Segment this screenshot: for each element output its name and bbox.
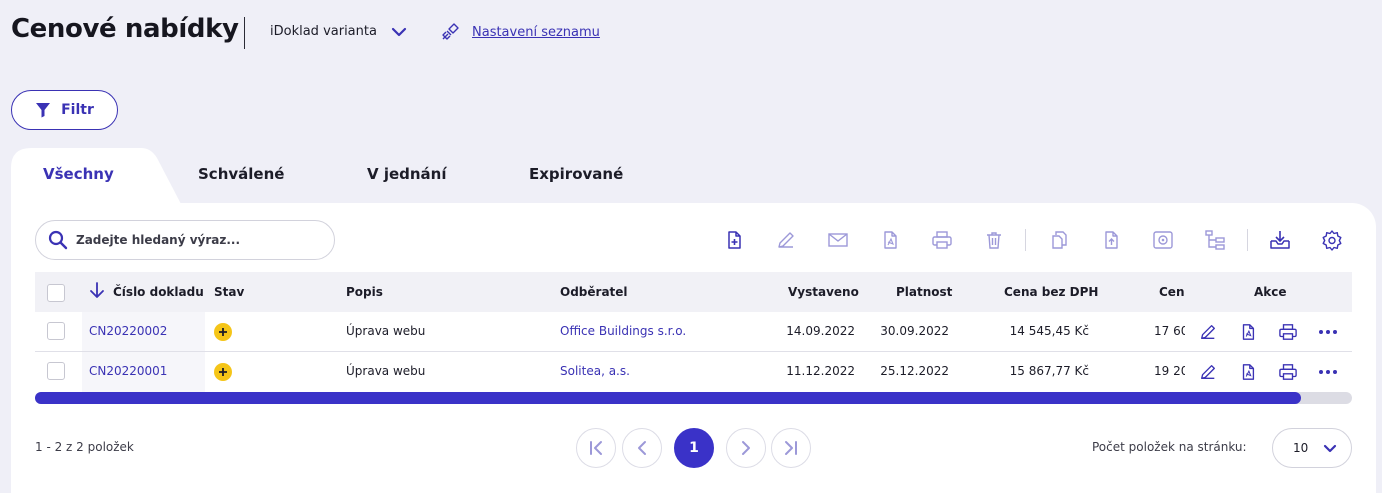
per-page-value: 10: [1293, 441, 1309, 455]
column-header-price[interactable]: Cena: [1159, 285, 1185, 299]
row-price-no-vat: 14 545,45 Kč: [1009, 324, 1089, 338]
pdf-icon[interactable]: [878, 228, 902, 252]
column-header-number[interactable]: Číslo dokladu: [113, 285, 204, 299]
list-settings-link[interactable]: Nastavení seznamu: [440, 22, 600, 42]
chevron-down-icon: [391, 27, 407, 36]
settings-icon[interactable]: [1320, 228, 1344, 252]
title-divider: [244, 17, 245, 49]
chevron-right-icon: [742, 441, 750, 455]
horizontal-scrollbar-thumb[interactable]: [35, 392, 1301, 404]
row-description: Úprava webu: [346, 324, 426, 338]
variant-dropdown[interactable]: iDoklad varianta: [270, 24, 407, 39]
email-icon[interactable]: [826, 228, 850, 252]
row-more-icon[interactable]: [1318, 362, 1338, 382]
filter-button[interactable]: Filtr: [11, 90, 118, 130]
status-plus-icon[interactable]: [214, 323, 232, 341]
chevron-down-icon: [1323, 444, 1337, 452]
row-print-icon[interactable]: [1278, 322, 1298, 342]
first-page-button[interactable]: [576, 428, 616, 468]
column-header-description[interactable]: Popis: [346, 285, 383, 299]
toolbar-divider: [1025, 229, 1026, 251]
previous-page-button[interactable]: [622, 428, 662, 468]
brush-icon: [442, 23, 459, 40]
column-header-valid-until[interactable]: Platnost: [896, 285, 952, 299]
variant-label: iDoklad varianta: [270, 24, 377, 39]
tab-all[interactable]: Všechny: [43, 165, 114, 183]
tab-expired[interactable]: Expirované: [529, 165, 623, 183]
row-customer-link[interactable]: Office Buildings s.r.o.: [560, 324, 686, 338]
last-page-icon: [785, 441, 797, 455]
column-header-price-no-vat[interactable]: Cena bez DPH: [1004, 285, 1098, 299]
row-checkbox[interactable]: [47, 322, 65, 340]
first-page-icon: [590, 441, 602, 455]
page-title: Cenové nabídky: [11, 14, 239, 44]
row-checkbox[interactable]: [47, 362, 65, 380]
download-icon[interactable]: [1268, 228, 1292, 252]
row-price: 19 20: [1154, 364, 1185, 378]
row-divider: [35, 351, 1352, 352]
row-description: Úprava webu: [346, 364, 426, 378]
row-edit-icon[interactable]: [1198, 362, 1218, 382]
row-more-icon[interactable]: [1318, 322, 1338, 342]
filter-label: Filtr: [61, 102, 94, 118]
search-placeholder: Zadejte hledaný výraz...: [76, 233, 241, 247]
row-customer-link[interactable]: Solitea, a.s.: [560, 364, 630, 378]
sort-arrow-down-icon[interactable]: [89, 281, 105, 299]
print-icon[interactable]: [930, 228, 954, 252]
chevron-left-icon: [638, 441, 646, 455]
select-all-checkbox[interactable]: [47, 284, 65, 302]
search-input[interactable]: Zadejte hledaný výraz...: [35, 220, 335, 260]
row-pdf-icon[interactable]: [1238, 322, 1258, 342]
row-issued: 11.12.2022: [786, 364, 855, 378]
toolbar-divider: [1247, 229, 1248, 251]
hierarchy-icon[interactable]: [1203, 228, 1227, 252]
delete-icon[interactable]: [982, 228, 1006, 252]
export-icon[interactable]: [1099, 228, 1123, 252]
copy-icon[interactable]: [1047, 228, 1071, 252]
row-price: 17 60: [1154, 324, 1185, 338]
row-valid-until: 30.09.2022: [880, 324, 949, 338]
row-number-link[interactable]: CN20220002: [89, 324, 167, 338]
last-page-button[interactable]: [771, 428, 811, 468]
filter-icon: [36, 103, 51, 118]
new-document-icon[interactable]: [722, 228, 746, 252]
column-header-issued[interactable]: Vystaveno: [788, 285, 859, 299]
next-page-button[interactable]: [726, 428, 766, 468]
per-page-label: Počet položek na stránku:: [1092, 440, 1247, 454]
per-page-select[interactable]: 10: [1272, 428, 1352, 468]
page-button-current[interactable]: 1: [674, 428, 714, 468]
row-print-icon[interactable]: [1278, 362, 1298, 382]
column-header-actions: Akce: [1254, 285, 1287, 299]
column-header-customer[interactable]: Odběratel: [560, 285, 628, 299]
tab-approved[interactable]: Schválené: [198, 165, 284, 183]
safe-icon[interactable]: [1151, 228, 1175, 252]
list-settings-label: Nastavení seznamu: [472, 24, 600, 40]
status-plus-icon[interactable]: [214, 363, 232, 381]
tab-in-negotiation[interactable]: V jednání: [367, 165, 447, 183]
items-summary: 1 - 2 z 2 položek: [35, 440, 134, 454]
row-issued: 14.09.2022: [786, 324, 855, 338]
row-pdf-icon[interactable]: [1238, 362, 1258, 382]
row-price-no-vat: 15 867,77 Kč: [1009, 364, 1089, 378]
row-number-link[interactable]: CN20220001: [89, 364, 167, 378]
column-header-status[interactable]: Stav: [214, 285, 244, 299]
search-icon: [48, 230, 68, 250]
edit-icon[interactable]: [774, 228, 798, 252]
row-valid-until: 25.12.2022: [880, 364, 949, 378]
row-edit-icon[interactable]: [1198, 322, 1218, 342]
